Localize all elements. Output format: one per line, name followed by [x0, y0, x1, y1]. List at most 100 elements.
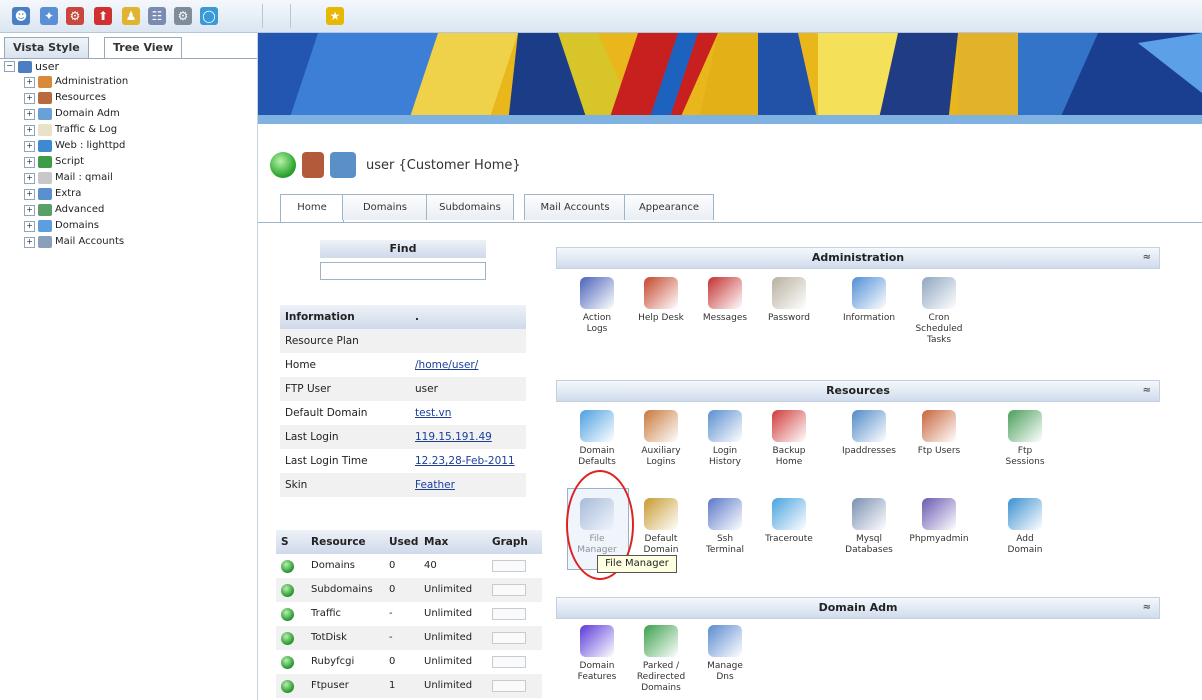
expand-icon[interactable]: +	[24, 124, 35, 136]
icon-label: Ftp Users	[917, 446, 961, 456]
tab-home[interactable]: Home	[280, 194, 344, 222]
manage-dns-icon	[708, 625, 742, 657]
header-used: Used	[389, 536, 419, 548]
expand-icon[interactable]: +	[24, 92, 35, 104]
expand-icon[interactable]: +	[24, 236, 35, 248]
default-domain-button[interactable]: Default Domain	[628, 498, 694, 556]
ftp-sessions-icon	[1008, 410, 1042, 442]
parked-domains-button[interactable]: Parked / Redirected Domains	[628, 625, 694, 694]
folder-icon	[38, 188, 52, 200]
expand-icon[interactable]: +	[24, 172, 35, 184]
status-cell	[276, 655, 311, 669]
graph-cell	[492, 656, 542, 668]
expand-icon[interactable]: +	[24, 204, 35, 216]
icon-label: Cron Scheduled Tasks	[915, 313, 963, 345]
ftp-users-icon	[922, 410, 956, 442]
tab-appearance[interactable]: Appearance	[624, 194, 714, 220]
wand-icon[interactable]: ✦	[40, 7, 58, 25]
user-profile-icon[interactable]	[302, 152, 324, 178]
mysql-icon	[852, 498, 886, 530]
collapse-icon[interactable]: −	[4, 61, 15, 72]
tree-item-resources[interactable]: + Resources	[4, 90, 254, 106]
status-cell	[276, 631, 311, 645]
expand-icon[interactable]: +	[24, 220, 35, 232]
tree-item-mail-qmail[interactable]: + Mail : qmail	[4, 170, 254, 186]
arrow-up-icon[interactable]: ⬆	[94, 7, 112, 25]
icon-label: Information	[842, 313, 896, 323]
expand-icon[interactable]: +	[24, 188, 35, 200]
tree-item-advanced[interactable]: + Advanced	[4, 202, 254, 218]
info-value[interactable]: /home/user/	[415, 353, 526, 377]
tree-item-traffic-log[interactable]: + Traffic & Log	[4, 122, 254, 138]
domain-features-icon	[580, 625, 614, 657]
tab-domains[interactable]: Domains	[342, 194, 428, 220]
collapse-icon[interactable]: ≈	[1143, 248, 1151, 268]
resource-used: 0	[389, 656, 396, 667]
ftp-users-button[interactable]: Ftp Users	[906, 410, 972, 457]
tree-item-mail-accounts[interactable]: + Mail Accounts	[4, 234, 254, 250]
tree-item-extra[interactable]: + Extra	[4, 186, 254, 202]
auxiliary-logins-button[interactable]: Auxiliary Logins	[628, 410, 694, 468]
info-value[interactable]: Feather	[415, 473, 526, 497]
info-value[interactable]: test.vn	[415, 401, 526, 425]
phpmyadmin-button[interactable]: Phpmyadmin	[906, 498, 972, 545]
tab-mail-accounts[interactable]: Mail Accounts	[524, 194, 626, 220]
tab-vista-style[interactable]: Vista Style	[4, 37, 89, 58]
expand-icon[interactable]: +	[24, 108, 35, 120]
backup-home-button[interactable]: Backup Home	[756, 410, 822, 468]
ipaddresses-button[interactable]: Ipaddresses	[836, 410, 902, 457]
collapse-icon[interactable]: ≈	[1143, 598, 1151, 618]
login-history-button[interactable]: Login History	[692, 410, 758, 468]
messages-button[interactable]: Messages	[692, 277, 758, 324]
find-input[interactable]	[320, 262, 486, 280]
ftp-sessions-button[interactable]: Ftp Sessions	[992, 410, 1058, 468]
help-desk-button[interactable]: Help Desk	[628, 277, 694, 324]
gear-icon[interactable]: ⚙	[174, 7, 192, 25]
resource-usage-table: S Resource Used Max Graph Domains 0 40 Subd…	[276, 530, 542, 698]
domain-defaults-button[interactable]: Domain Defaults	[564, 410, 630, 468]
ipaddresses-icon	[852, 410, 886, 442]
traceroute-button[interactable]: Traceroute	[756, 498, 822, 545]
resource-row: Rubyfcgi 0 Unlimited	[276, 650, 542, 674]
user-group-icon	[330, 152, 356, 178]
tab-tree-view[interactable]: Tree View	[104, 37, 183, 59]
ssh-terminal-button[interactable]: Ssh Terminal	[692, 498, 758, 556]
info-value[interactable]: 12.23,28-Feb-2011	[415, 449, 526, 473]
status-ok-icon	[281, 631, 294, 645]
bubble-icon[interactable]: ◯	[200, 7, 218, 25]
add-domain-button[interactable]: Add Domain	[992, 498, 1058, 556]
tree-root[interactable]: − user	[4, 59, 254, 74]
tree-item-administration[interactable]: + Administration	[4, 74, 254, 90]
tab-subdomains[interactable]: Subdomains	[426, 194, 514, 220]
tools-icon[interactable]: ⚙	[66, 7, 84, 25]
info-value[interactable]: 119.15.191.49	[415, 425, 526, 449]
manage-dns-button[interactable]: Manage Dns	[692, 625, 758, 683]
person-icon[interactable]: ♟	[122, 7, 140, 25]
favorites-icon[interactable]: ★	[326, 7, 344, 25]
usage-graph-bar	[492, 632, 526, 644]
chat-icon[interactable]: ☷	[148, 7, 166, 25]
graph-cell	[492, 680, 542, 692]
tree-item-domains[interactable]: + Domains	[4, 218, 254, 234]
action-logs-button[interactable]: Action Logs	[564, 277, 630, 335]
collapse-icon[interactable]: ≈	[1143, 381, 1151, 401]
file-manager-tooltip: File Manager	[597, 555, 677, 573]
expand-icon[interactable]: +	[24, 156, 35, 168]
tree-item-script[interactable]: + Script	[4, 154, 254, 170]
expand-icon[interactable]: +	[24, 140, 35, 152]
domain-features-button[interactable]: Domain Features	[564, 625, 630, 683]
tree-item-label: Resources	[55, 92, 107, 103]
password-button[interactable]: Password	[756, 277, 822, 324]
tree-item-domain-adm[interactable]: + Domain Adm	[4, 106, 254, 122]
tree-item-web-lighttpd[interactable]: + Web : lighttpd	[4, 138, 254, 154]
expand-icon[interactable]: +	[24, 76, 35, 88]
cron-button[interactable]: Cron Scheduled Tasks	[906, 277, 972, 346]
customer-header: user {Customer Home}	[270, 145, 521, 185]
status-ok-icon	[281, 679, 294, 693]
resource-used: 0	[389, 560, 396, 571]
information-header-value: .	[415, 311, 419, 323]
information-button[interactable]: Information	[836, 277, 902, 324]
info-row: Last Login 119.15.191.49	[280, 425, 526, 449]
mysql-button[interactable]: Mysql Databases	[836, 498, 902, 556]
users-icon[interactable]: ☻	[12, 7, 30, 25]
